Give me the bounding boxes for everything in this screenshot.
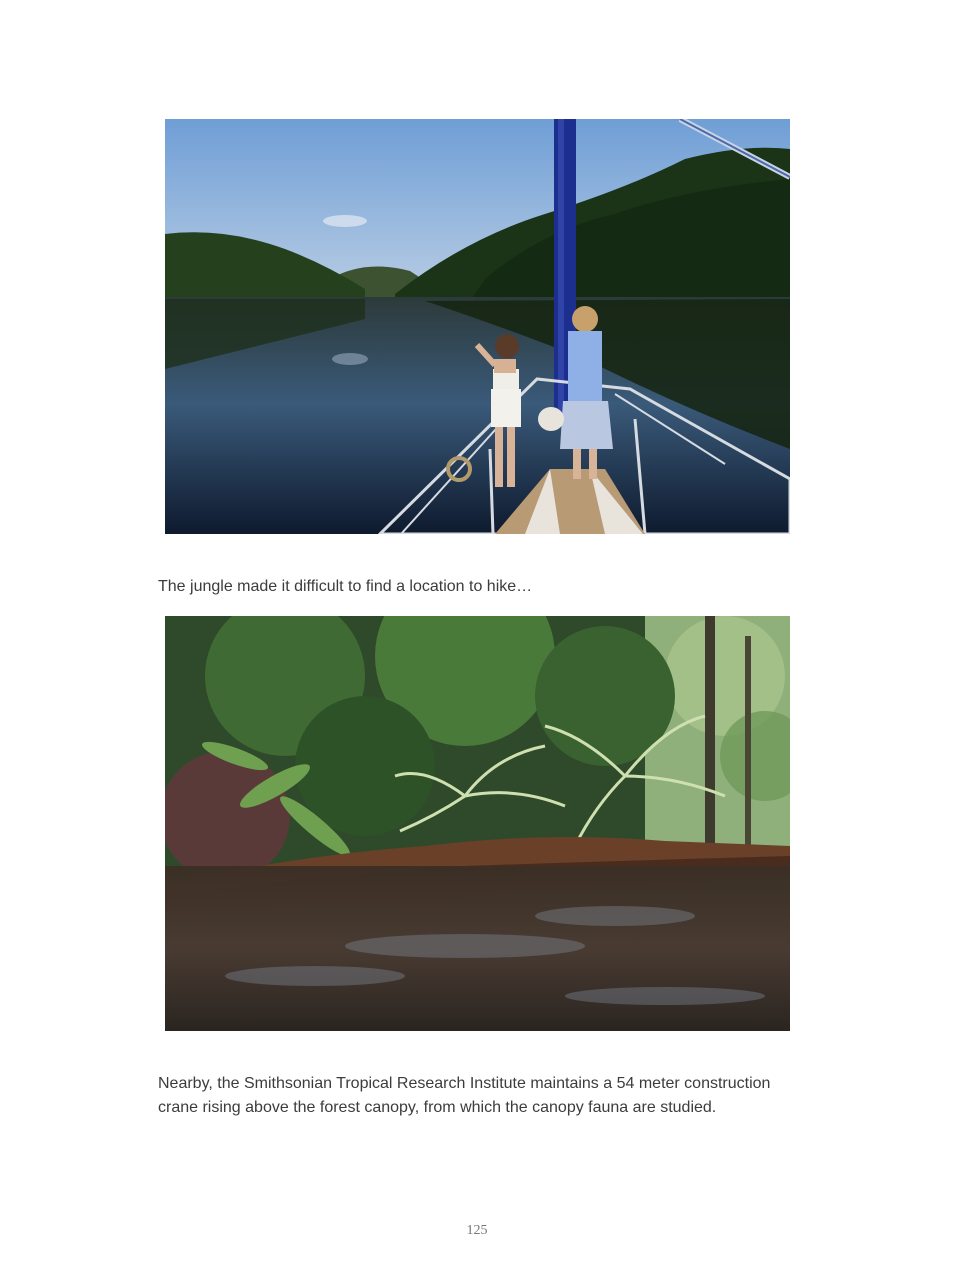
photo-jungle-riverbank xyxy=(165,616,790,1031)
page-number: 125 xyxy=(466,1223,488,1238)
photo-caption: Nearby, the Smithsonian Tropical Researc… xyxy=(158,1075,771,1116)
photo-river-sailboat-bow xyxy=(165,119,790,534)
photo-caption: The jungle made it difficult to find a l… xyxy=(158,578,533,595)
